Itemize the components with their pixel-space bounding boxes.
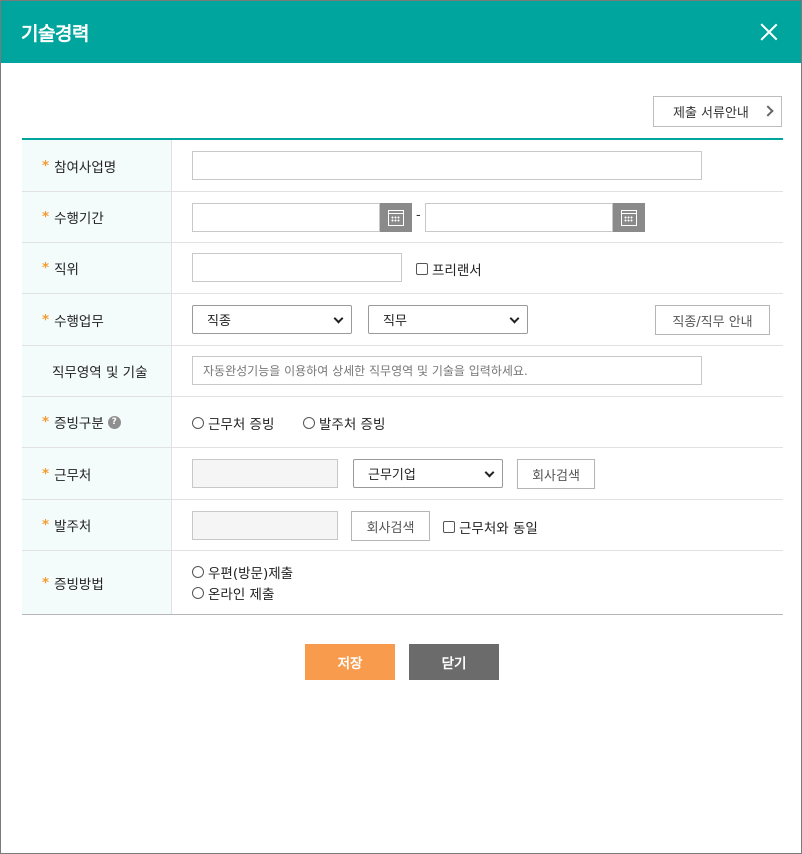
period-start-input[interactable] [192, 203, 380, 232]
row-project-name: * 참여사업명 [22, 140, 783, 192]
proof-client-radio[interactable]: 발주처 증빙 [303, 413, 385, 433]
document-guide-button[interactable]: 제출 서류안내 [653, 96, 782, 127]
checkbox-box[interactable] [443, 521, 455, 533]
row-skills: 직무영역 및 기술 [22, 346, 783, 397]
row-duty: * 수행업무 직종 직무 직종/직무 안내 [22, 294, 783, 346]
calendar-icon [621, 209, 637, 226]
label-client: * 발주처 [22, 500, 172, 550]
job-type-select[interactable]: 직종 [192, 305, 352, 334]
help-icon[interactable]: ? [107, 415, 121, 429]
workplace-input[interactable] [192, 459, 338, 488]
dialog-title: 기술경력 [21, 22, 89, 45]
row-client: * 발주처 회사검색 근무처와 동일 [22, 500, 783, 551]
label-skills: 직무영역 및 기술 [22, 346, 172, 396]
required-mark: * [42, 574, 50, 591]
radio-circle[interactable] [192, 587, 204, 599]
skills-input[interactable] [192, 356, 702, 385]
document-guide-label: 제출 서류안내 [673, 106, 749, 121]
save-button[interactable]: 저장 [305, 644, 395, 680]
proof-mail-radio[interactable]: 우편(방문)제출 [192, 562, 293, 582]
company-type-select[interactable]: 근무기업 [353, 459, 503, 488]
chevron-down-icon [509, 313, 520, 324]
career-form: * 참여사업명 * 수행기간 - * 직위 프리랜서 * 수행업무 직종 직무 … [22, 138, 783, 615]
required-mark: * [42, 465, 50, 482]
chevron-right-icon [762, 105, 774, 117]
job-role-select[interactable]: 직무 [368, 305, 528, 334]
client-input[interactable] [192, 511, 338, 540]
row-proof-method: * 증빙방법 우편(방문)제출 온라인 제출 [22, 551, 783, 614]
required-mark: * [42, 517, 50, 533]
radio-circle[interactable] [303, 417, 315, 429]
row-period: * 수행기간 - [22, 192, 783, 243]
period-separator: - [416, 208, 421, 223]
label-position: * 직위 [22, 243, 172, 293]
label-proof-method: * 증빙방법 [22, 551, 172, 614]
required-mark: * [42, 260, 50, 276]
label-workplace: * 근무처 [22, 448, 172, 499]
proof-workplace-radio[interactable]: 근무처 증빙 [192, 413, 274, 433]
job-guide-button[interactable]: 직종/직무 안내 [655, 305, 770, 335]
chevron-down-icon [484, 467, 495, 478]
label-project-name: * 참여사업명 [22, 140, 172, 191]
required-mark: * [42, 157, 50, 174]
label-period: * 수행기간 [22, 192, 172, 242]
client-search-button[interactable]: 회사검색 [351, 511, 430, 541]
dialog-header: 기술경력 [1, 1, 801, 63]
position-input[interactable] [192, 253, 402, 282]
required-mark: * [42, 414, 50, 430]
required-mark: * [42, 311, 50, 328]
radio-circle[interactable] [192, 566, 204, 578]
row-proof-type: * 증빙구분? 근무처 증빙 발주처 증빙 [22, 397, 783, 448]
chevron-down-icon [333, 313, 344, 324]
proof-online-radio[interactable]: 온라인 제출 [192, 583, 274, 603]
calendar-start-button[interactable] [380, 203, 412, 232]
same-as-workplace-checkbox[interactable]: 근무처와 동일 [443, 517, 538, 537]
row-position: * 직위 프리랜서 [22, 243, 783, 294]
calendar-end-button[interactable] [613, 203, 645, 232]
close-button[interactable]: 닫기 [409, 644, 499, 680]
radio-circle[interactable] [192, 417, 204, 429]
label-proof-type: * 증빙구분? [22, 397, 172, 447]
required-mark: * [42, 209, 50, 225]
period-end-input[interactable] [425, 203, 613, 232]
row-workplace: * 근무처 근무기업 회사검색 [22, 448, 783, 500]
workplace-search-button[interactable]: 회사검색 [517, 459, 595, 489]
close-icon[interactable] [757, 20, 781, 44]
project-name-input[interactable] [192, 151, 702, 180]
career-dialog: 기술경력 제출 서류안내 * 참여사업명 * 수행기간 - * 직위 프리랜서 … [0, 0, 802, 854]
freelancer-checkbox[interactable]: 프리랜서 [416, 259, 482, 279]
label-duty: * 수행업무 [22, 294, 172, 345]
calendar-icon [388, 209, 404, 226]
checkbox-box[interactable] [416, 263, 428, 275]
